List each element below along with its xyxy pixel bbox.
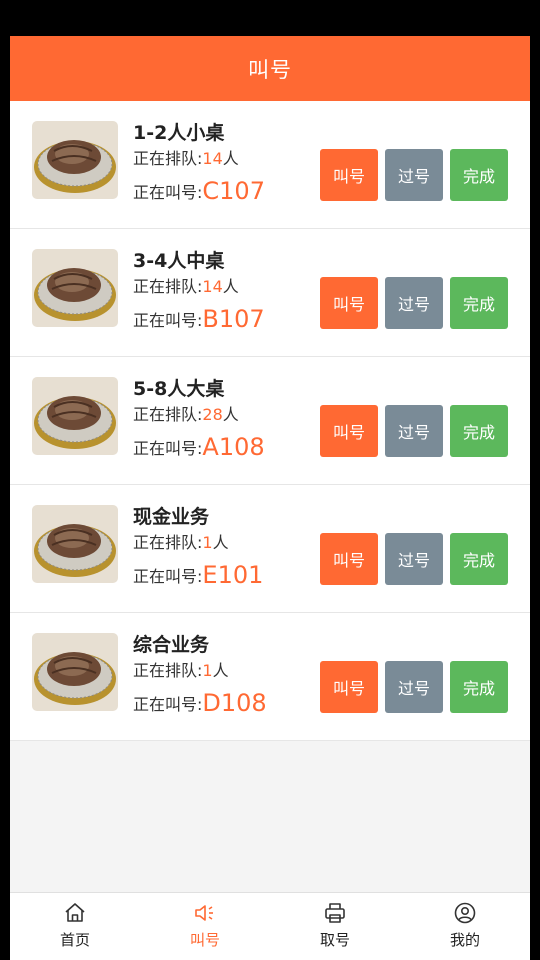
queue-unit: 人 xyxy=(212,533,229,552)
calling-label: 正在叫号: xyxy=(133,311,203,330)
queue-status: 正在排队:14人 xyxy=(133,147,265,171)
queue-status: 正在排队:1人 xyxy=(133,531,263,555)
calling-status: 正在叫号:C107 xyxy=(133,173,265,209)
calling-label: 正在叫号: xyxy=(133,183,203,202)
calling-code: D108 xyxy=(202,689,267,717)
queue-name: 5-8人大桌 xyxy=(133,378,225,400)
queue-unit: 人 xyxy=(212,661,229,680)
queue-count: 14 xyxy=(202,149,223,168)
food-thumbnail xyxy=(32,505,118,583)
bottom-tabbar: 首页 叫号 取号 我的 xyxy=(10,892,530,960)
done-button[interactable]: 完成 xyxy=(450,277,508,329)
speaker-icon xyxy=(195,905,213,921)
done-button[interactable]: 完成 xyxy=(450,149,508,201)
calling-status: 正在叫号:E101 xyxy=(133,557,263,593)
queue-name: 1-2人小桌 xyxy=(133,122,225,144)
user-icon xyxy=(454,902,476,924)
skip-button[interactable]: 过号 xyxy=(385,277,443,329)
queue-count: 1 xyxy=(202,533,213,552)
queue-status-label: 正在排队: xyxy=(133,661,203,680)
food-thumbnail xyxy=(32,377,118,455)
queue-name: 综合业务 xyxy=(133,634,210,656)
queue-item: 1-2人小桌 正在排队:14人 正在叫号:C107 叫号 过号 完成 xyxy=(10,101,530,229)
call-button[interactable]: 叫号 xyxy=(320,533,378,585)
tab-profile[interactable]: 我的 xyxy=(400,893,530,960)
food-thumbnail xyxy=(32,633,118,711)
queue-item: 3-4人中桌 正在排队:14人 正在叫号:B107 叫号 过号 完成 xyxy=(10,229,530,357)
queue-unit: 人 xyxy=(222,277,239,296)
call-button[interactable]: 叫号 xyxy=(320,661,378,713)
queue-count: 28 xyxy=(202,405,223,424)
home-icon xyxy=(65,903,85,922)
calling-code: B107 xyxy=(202,305,265,333)
queue-status: 正在排队:14人 xyxy=(133,275,265,299)
calling-code: C107 xyxy=(202,177,265,205)
calling-code: E101 xyxy=(202,561,264,589)
call-button[interactable]: 叫号 xyxy=(320,277,378,329)
queue-unit: 人 xyxy=(222,149,239,168)
calling-code: A108 xyxy=(202,433,265,461)
calling-status: 正在叫号:A108 xyxy=(133,429,265,465)
queue-item: 现金业务 正在排队:1人 正在叫号:E101 叫号 过号 完成 xyxy=(10,485,530,613)
tab-home[interactable]: 首页 xyxy=(10,893,140,960)
queue-item: 5-8人大桌 正在排队:28人 正在叫号:A108 叫号 过号 完成 xyxy=(10,357,530,485)
skip-button[interactable]: 过号 xyxy=(385,661,443,713)
printer-icon xyxy=(325,903,345,923)
calling-label: 正在叫号: xyxy=(133,567,203,586)
tab-ticket-label: 取号 xyxy=(319,931,350,949)
calling-status: 正在叫号:D108 xyxy=(133,685,267,721)
done-button[interactable]: 完成 xyxy=(450,533,508,585)
queue-status-label: 正在排队: xyxy=(133,277,203,296)
queue-info: 3-4人中桌 正在排队:14人 正在叫号:B107 xyxy=(133,247,265,337)
done-button[interactable]: 完成 xyxy=(450,405,508,457)
food-thumbnail xyxy=(32,249,118,327)
queue-name: 3-4人中桌 xyxy=(133,250,225,272)
skip-button[interactable]: 过号 xyxy=(385,533,443,585)
tab-profile-label: 我的 xyxy=(449,931,480,949)
call-button[interactable]: 叫号 xyxy=(320,405,378,457)
queue-status-label: 正在排队: xyxy=(133,149,203,168)
calling-label: 正在叫号: xyxy=(133,695,203,714)
queue-unit: 人 xyxy=(222,405,239,424)
queue-list: 1-2人小桌 正在排队:14人 正在叫号:C107 叫号 过号 完成 3-4人中… xyxy=(10,101,530,741)
calling-label: 正在叫号: xyxy=(133,439,203,458)
tab-ticket[interactable]: 取号 xyxy=(270,893,400,960)
queue-name: 现金业务 xyxy=(133,506,210,528)
app-screen: 叫号 1-2人小桌 正在排队:14人 正在叫号:C107 叫号 过号 完成 3-… xyxy=(10,36,530,960)
header-bar: 叫号 xyxy=(10,36,530,101)
done-button[interactable]: 完成 xyxy=(450,661,508,713)
skip-button[interactable]: 过号 xyxy=(385,149,443,201)
queue-status-label: 正在排队: xyxy=(133,533,203,552)
queue-info: 1-2人小桌 正在排队:14人 正在叫号:C107 xyxy=(133,119,265,209)
queue-info: 5-8人大桌 正在排队:28人 正在叫号:A108 xyxy=(133,375,265,465)
queue-info: 现金业务 正在排队:1人 正在叫号:E101 xyxy=(133,503,263,593)
queue-status: 正在排队:1人 xyxy=(133,659,267,683)
queue-count: 14 xyxy=(202,277,223,296)
skip-button[interactable]: 过号 xyxy=(385,405,443,457)
food-thumbnail xyxy=(32,121,118,199)
queue-info: 综合业务 正在排队:1人 正在叫号:D108 xyxy=(133,631,267,721)
page-title: 叫号 xyxy=(248,57,292,82)
tab-home-label: 首页 xyxy=(59,931,90,949)
calling-status: 正在叫号:B107 xyxy=(133,301,265,337)
queue-item: 综合业务 正在排队:1人 正在叫号:D108 叫号 过号 完成 xyxy=(10,613,530,741)
queue-status: 正在排队:28人 xyxy=(133,403,265,427)
call-button[interactable]: 叫号 xyxy=(320,149,378,201)
queue-status-label: 正在排队: xyxy=(133,405,203,424)
tab-call-label: 叫号 xyxy=(189,931,220,949)
tab-call[interactable]: 叫号 xyxy=(140,893,270,960)
queue-count: 1 xyxy=(202,661,213,680)
